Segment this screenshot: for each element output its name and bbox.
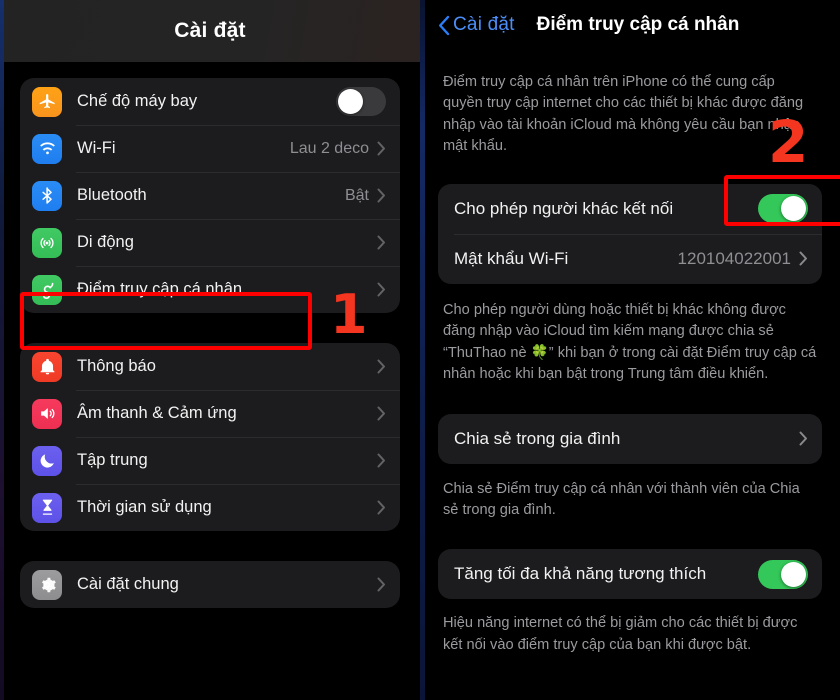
settings-row-bluetooth[interactable]: Bluetooth Bật xyxy=(20,172,400,219)
max-compatibility-card: Tăng tối đa khả năng tương thích xyxy=(438,549,822,600)
toggle-knob xyxy=(338,89,363,114)
chevron-right-icon xyxy=(799,251,808,266)
allow-others-footer-text: Cho phép người dùng hoặc thiết bị khác k… xyxy=(443,301,817,383)
gear-icon xyxy=(32,569,62,600)
back-chevron-icon[interactable] xyxy=(438,15,450,36)
row-max-compatibility[interactable]: Tăng tối đa khả năng tương thích xyxy=(438,549,822,599)
settings-row-label: Di động xyxy=(77,233,134,251)
chevron-right-icon xyxy=(377,359,386,374)
max-compatibility-label: Tăng tối đa khả năng tương thích xyxy=(454,564,707,584)
settings-group-general: Cài đặt chung xyxy=(20,561,400,608)
allow-others-label: Cho phép người khác kết nối xyxy=(454,198,674,218)
settings-row-value: Lau 2 deco xyxy=(289,139,369,157)
airplane-mode-toggle[interactable] xyxy=(336,87,386,116)
settings-row-label: Cài đặt chung xyxy=(77,575,179,593)
chevron-right-icon xyxy=(377,453,386,468)
row-wifi-password[interactable]: Mật khẩu Wi-Fi 120104022001 xyxy=(438,233,822,284)
toggle-knob xyxy=(781,561,806,587)
wifi-password-label: Mật khẩu Wi-Fi xyxy=(454,248,569,268)
settings-row-focus[interactable]: Tập trung xyxy=(20,437,400,484)
family-sharing-card: Chia sẻ trong gia đình xyxy=(438,413,822,464)
chevron-right-icon xyxy=(377,188,386,203)
settings-row-label: Chế độ máy bay xyxy=(77,92,198,110)
settings-row-notifications[interactable]: Thông báo xyxy=(20,343,400,390)
settings-row-label: Tập trung xyxy=(77,451,148,469)
chevron-right-icon xyxy=(377,282,386,297)
settings-row-label: Bluetooth xyxy=(77,186,147,204)
hotspot-intro-text: Điểm truy cập cá nhân trên iPhone có thể… xyxy=(443,74,804,155)
row-allow-others[interactable]: Cho phép người khác kết nối xyxy=(438,184,822,234)
step-number-2: 2 xyxy=(768,108,809,176)
moon-icon xyxy=(32,445,62,476)
hotspot-main-card: Cho phép người khác kết nối Mật khẩu Wi-… xyxy=(438,183,822,284)
hotspot-icon xyxy=(32,274,62,305)
settings-row-sounds-haptics[interactable]: Âm thanh & Cảm ứng xyxy=(20,390,400,437)
max-compatibility-footer-text: Hiệu năng internet có thể bị giảm cho cá… xyxy=(443,615,798,653)
settings-row-label: Âm thanh & Cảm ứng xyxy=(77,404,237,422)
speaker-icon xyxy=(32,398,62,429)
settings-row-airplane-mode[interactable]: Chế độ máy bay xyxy=(20,78,400,125)
hotspot-page-title: Điểm truy cập cá nhân xyxy=(536,14,740,35)
page-title: Cài đặt xyxy=(174,19,246,42)
left-screen-edge xyxy=(0,0,4,700)
left-phone-panel: Cài đặt Chế độ máy bay Wi-Fi Lau 2 deco … xyxy=(0,0,420,700)
chevron-right-icon xyxy=(377,500,386,515)
settings-row-general[interactable]: Cài đặt chung xyxy=(20,561,400,608)
row-family-sharing[interactable]: Chia sẻ trong gia đình xyxy=(438,414,822,464)
back-button-label[interactable]: Cài đặt xyxy=(453,14,515,36)
settings-row-label: Thông báo xyxy=(77,357,156,375)
dual-phone-screenshot: Cài đặt Chế độ máy bay Wi-Fi Lau 2 deco … xyxy=(0,0,840,700)
airplane-icon xyxy=(32,86,62,117)
chevron-right-icon xyxy=(377,406,386,421)
family-sharing-footer-text: Chia sẻ Điểm truy cập cá nhân với thành … xyxy=(443,480,800,518)
settings-nav-bar: Cài đặt xyxy=(0,0,420,62)
chevron-right-icon xyxy=(377,577,386,592)
settings-row-screen-time[interactable]: Thời gian sử dụng xyxy=(20,484,400,531)
family-sharing-label: Chia sẻ trong gia đình xyxy=(454,428,621,448)
cellular-icon xyxy=(32,227,62,258)
toggle-knob xyxy=(781,196,806,222)
bluetooth-icon xyxy=(32,180,62,211)
wifi-password-value: 120104022001 xyxy=(677,248,791,268)
chevron-right-icon xyxy=(377,141,386,156)
settings-row-wifi[interactable]: Wi-Fi Lau 2 deco xyxy=(20,125,400,172)
settings-row-label: Thời gian sử dụng xyxy=(77,498,212,516)
right-phone-panel: Cài đặt Điểm truy cập cá nhân Điểm truy … xyxy=(420,0,840,700)
step-number-1: 1 xyxy=(330,283,368,346)
max-compatibility-toggle[interactable] xyxy=(758,559,808,589)
settings-group-connectivity: Chế độ máy bay Wi-Fi Lau 2 deco Bluetoot xyxy=(20,78,400,313)
chevron-right-icon xyxy=(799,431,808,446)
settings-group-notifications: Thông báo Âm thanh & Cảm ứng Tập trung T… xyxy=(20,343,400,531)
wifi-icon xyxy=(32,133,62,164)
hourglass-icon xyxy=(32,492,62,523)
right-screen-edge xyxy=(420,0,425,700)
bell-icon xyxy=(32,351,62,382)
settings-row-label: Wi-Fi xyxy=(77,139,116,157)
settings-row-cellular[interactable]: Di động xyxy=(20,219,400,266)
allow-others-toggle[interactable] xyxy=(758,194,808,224)
settings-row-value: Bật xyxy=(344,186,369,204)
chevron-right-icon xyxy=(377,235,386,250)
hotspot-nav-bar: Cài đặt Điểm truy cập cá nhân xyxy=(420,0,840,50)
